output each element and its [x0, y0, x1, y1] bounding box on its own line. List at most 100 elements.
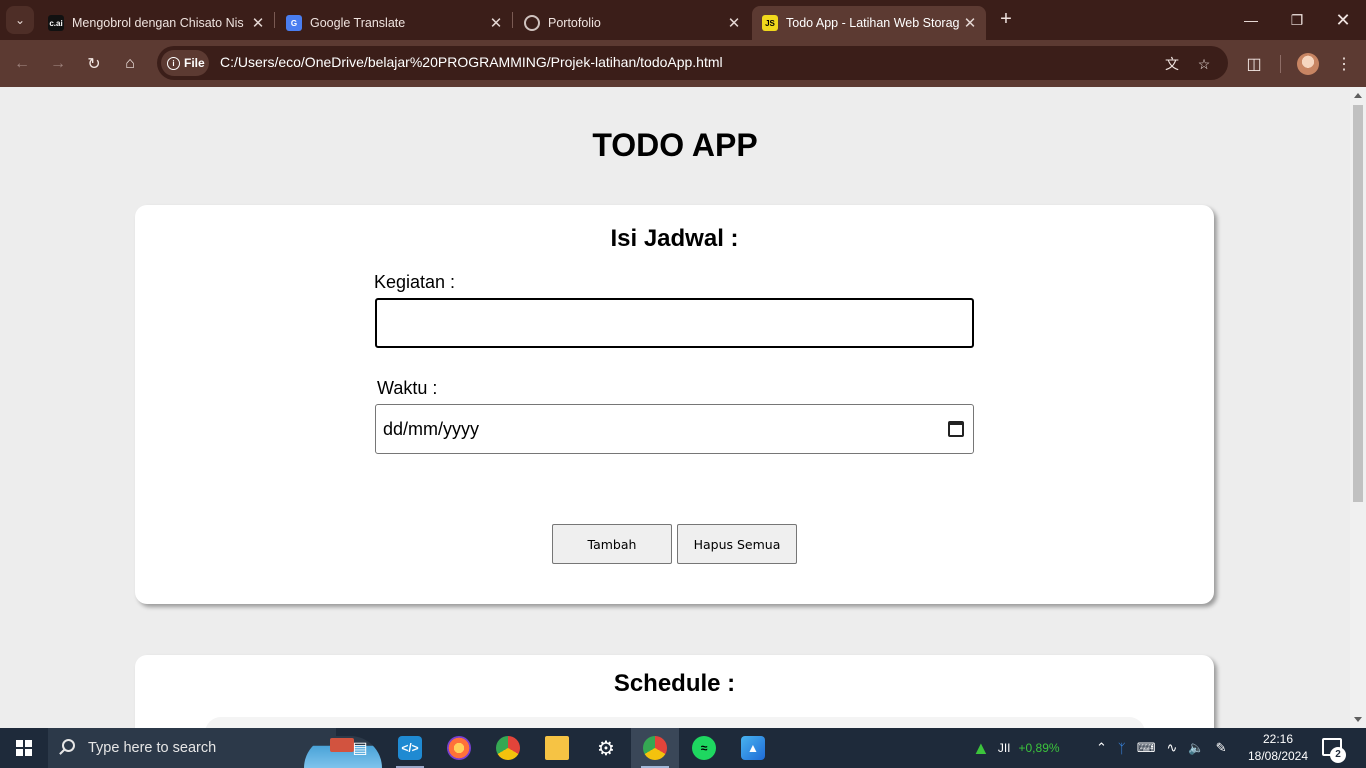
tab-strip: ⌄ c.ai Mengobrol dengan Chisato Nis ✕ G …	[0, 0, 1366, 40]
close-icon[interactable]: ✕	[248, 14, 268, 32]
tab-separator	[512, 12, 513, 28]
address-bar[interactable]: i File C:/Users/eco/OneDrive/belajar%20P…	[157, 46, 1228, 80]
firefox-icon	[447, 736, 471, 760]
scroll-up-arrow-icon[interactable]	[1354, 93, 1362, 98]
photos-icon: ▲	[741, 736, 765, 760]
todo-form-card: Isi Jadwal : Kegiatan : Waktu : dd/mm/yy…	[135, 205, 1214, 604]
url-text[interactable]: C:/Users/eco/OneDrive/belajar%20PROGRAMM…	[220, 54, 723, 70]
scroll-down-arrow-icon[interactable]	[1354, 717, 1362, 722]
js-favicon-icon: JS	[762, 15, 778, 31]
pen-icon[interactable]: ✎	[1216, 740, 1227, 756]
tab-title: Google Translate	[310, 16, 406, 30]
close-icon[interactable]: ✕	[960, 14, 980, 32]
cai-favicon-icon: c.ai	[48, 15, 64, 31]
home-icon: ⌂	[125, 55, 135, 72]
wifi-icon[interactable]: ∿	[1166, 740, 1177, 756]
globe-icon	[524, 15, 540, 31]
task-view-button[interactable]: ▤	[336, 728, 384, 768]
scroll-thumb[interactable]	[1353, 105, 1363, 502]
close-window-button[interactable]: ✕	[1320, 0, 1366, 40]
tab-portofolio[interactable]: Portofolio ✕	[514, 6, 750, 40]
calendar-icon[interactable]	[948, 421, 964, 437]
vscode-icon: </>	[398, 736, 422, 760]
taskbar-photos[interactable]: ▲	[729, 728, 777, 768]
waktu-date-input[interactable]: dd/mm/yyyy	[375, 404, 974, 454]
taskbar-chrome[interactable]	[484, 728, 532, 768]
ime-icon[interactable]: ⌨	[1137, 740, 1156, 756]
stock-widget[interactable]: ▲ JII +0,89%	[972, 728, 1060, 768]
taskbar-vscode[interactable]: </>	[386, 728, 434, 768]
chrome-profile-icon	[643, 736, 667, 760]
tab-search-button[interactable]: ⌄	[6, 6, 34, 34]
taskbar-clock[interactable]: 22:16 18/08/2024	[1240, 731, 1316, 765]
extensions-button[interactable]: ◫	[1240, 50, 1268, 78]
page-viewport: TODO APP Isi Jadwal : Kegiatan : Waktu :…	[0, 87, 1366, 728]
start-button[interactable]	[0, 728, 48, 768]
reload-button[interactable]: ↻	[80, 50, 108, 78]
tambah-button[interactable]: Tambah	[552, 524, 672, 564]
forward-button[interactable]: →	[44, 50, 72, 78]
volume-icon[interactable]: 🔈	[1188, 740, 1204, 756]
page-title: TODO APP	[592, 127, 758, 163]
search-icon	[62, 739, 75, 752]
star-icon[interactable]: ☆	[1193, 53, 1215, 75]
puzzle-icon: ◫	[1246, 56, 1262, 73]
chevron-up-icon[interactable]: ⌃	[1096, 740, 1107, 756]
tab-title: Todo App - Latihan Web Storag	[786, 16, 960, 30]
taskbar-file-explorer[interactable]	[533, 728, 581, 768]
arrow-left-icon: ←	[14, 55, 30, 72]
tab-title: Mengobrol dengan Chisato Nis	[72, 16, 244, 30]
tab-title: Portofolio	[548, 16, 601, 30]
taskbar-search[interactable]: Type here to search	[48, 728, 382, 768]
gear-icon: ⚙	[597, 737, 615, 760]
menu-button[interactable]: ⋮	[1330, 50, 1358, 78]
schedule-card: Schedule :	[135, 655, 1214, 728]
date-placeholder: dd/mm/yyyy	[383, 419, 480, 439]
taskbar-spotify[interactable]: ≈	[680, 728, 728, 768]
restore-button[interactable]: ❐	[1274, 0, 1320, 40]
close-icon[interactable]: ✕	[724, 14, 744, 32]
clock-date: 18/08/2024	[1247, 749, 1309, 763]
clock-time: 22:16	[1262, 732, 1294, 746]
stock-chart-icon: ▲	[972, 737, 990, 758]
minimize-button[interactable]: —	[1228, 0, 1274, 40]
stock-change: +0,89%	[1018, 741, 1060, 755]
close-icon[interactable]: ✕	[486, 14, 506, 32]
windows-taskbar: Type here to search ▤ </> ⚙ ≈ ▲ ▲ JII +0…	[0, 728, 1366, 768]
new-tab-button[interactable]: +	[994, 8, 1018, 32]
taskbar-chrome-profile[interactable]	[631, 728, 679, 768]
google-translate-icon: G	[286, 15, 302, 31]
schedule-list	[205, 717, 1145, 728]
tab-todo-app[interactable]: JS Todo App - Latihan Web Storag ✕	[752, 6, 986, 40]
bluetooth-icon[interactable]: ᛉ	[1118, 741, 1126, 756]
home-button[interactable]: ⌂	[116, 50, 144, 78]
tab-chisato[interactable]: c.ai Mengobrol dengan Chisato Nis ✕	[38, 6, 274, 40]
chrome-icon	[496, 736, 520, 760]
reload-icon: ↻	[87, 56, 101, 73]
toolbar-separator	[1280, 55, 1281, 73]
windows-logo-icon	[16, 740, 32, 756]
kebab-menu-icon: ⋮	[1336, 56, 1352, 73]
tab-google-translate[interactable]: G Google Translate ✕	[276, 6, 512, 40]
back-button[interactable]: ←	[8, 50, 36, 78]
system-tray: ⌃ ᛉ ⌨ ∿ 🔈 ✎	[1096, 728, 1226, 768]
kegiatan-label: Kegiatan :	[374, 272, 456, 292]
notification-count-badge: 2	[1330, 747, 1346, 763]
hapus-semua-button[interactable]: Hapus Semua	[677, 524, 797, 564]
stock-label: JII	[997, 741, 1011, 755]
profile-avatar[interactable]	[1297, 53, 1319, 75]
translate-icon[interactable]: 文	[1161, 53, 1183, 75]
spotify-icon: ≈	[692, 736, 716, 760]
page-scrollbar[interactable]	[1350, 87, 1366, 728]
folder-icon	[545, 736, 569, 760]
browser-toolbar: ← → ↻ ⌂ i File C:/Users/eco/OneDrive/bel…	[0, 40, 1366, 87]
taskbar-settings[interactable]: ⚙	[582, 728, 630, 768]
arrow-right-icon: →	[50, 55, 66, 72]
taskbar-firefox[interactable]	[435, 728, 483, 768]
site-chip-label: File	[184, 56, 205, 70]
info-icon: i	[167, 56, 180, 70]
tab-separator	[274, 12, 275, 28]
form-heading: Isi Jadwal :	[610, 225, 739, 252]
kegiatan-input[interactable]	[375, 298, 974, 348]
site-info-chip[interactable]: i File	[161, 50, 209, 76]
